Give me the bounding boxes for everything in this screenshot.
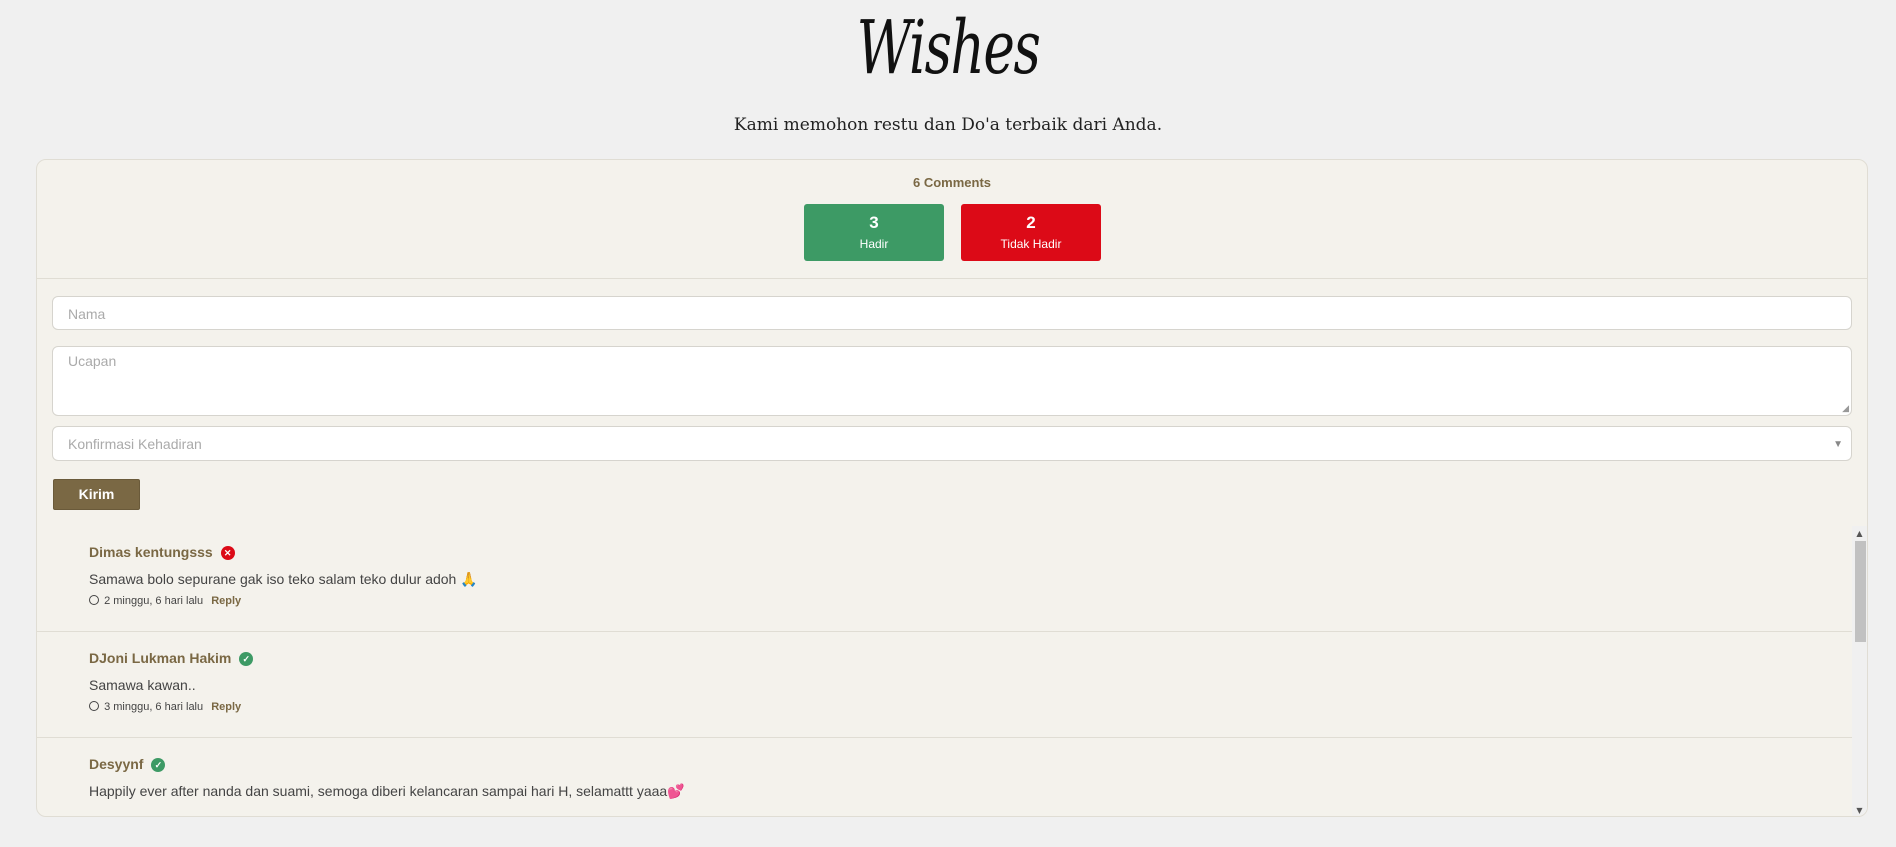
ucapan-textarea[interactable]: Ucapan ◢ [52,346,1852,416]
comment-item: Desyynf ✓ Happily ever after nanda dan s… [37,738,1854,816]
chevron-down-icon: ▼ [1833,439,1843,450]
comment-item: DJoni Lukman Hakim ✓ Samawa kawan.. 3 mi… [37,632,1854,738]
attendance-summary: 6 Comments 3 Hadir 2 Tidak Hadir [37,160,1867,279]
attending-icon: ✓ [239,652,254,667]
reply-link[interactable]: Reply [211,595,241,607]
scroll-thumb[interactable] [1855,541,1866,642]
comment-meta: 2 minggu, 6 hari lalu Reply [89,594,241,607]
attending-icon: ✓ [151,758,166,773]
comment-author-name: Desyynf [89,756,144,772]
comment-author: Desyynf ✓ [89,756,166,773]
konfirmasi-placeholder: Konfirmasi Kehadiran [68,436,202,452]
comment-text: Happily ever after nanda dan suami, semo… [89,783,685,799]
comment-author: DJoni Lukman Hakim ✓ [89,650,254,667]
not-attending-icon: ✕ [220,546,235,561]
comment-scrollbar[interactable]: ▲ ▼ [1852,526,1867,816]
comment-time: 3 minggu, 6 hari lalu [104,701,204,713]
scroll-down-icon[interactable]: ▼ [1852,806,1867,815]
comment-count: 6 Comments [912,175,992,190]
hadir-label: Hadir [859,237,889,251]
comment-text: Samawa kawan.. [89,677,196,693]
comment-text: Samawa bolo sepurane gak iso teko salam … [89,571,478,587]
tidak-hadir-label: Tidak Hadir [1000,237,1062,251]
comment-author: Dimas kentungsss ✕ [89,544,235,561]
page-subtitle: Kami memohon restu dan Do'a terbaik dari… [733,115,1163,135]
hadir-count: 3 [869,213,879,232]
scroll-up-icon[interactable]: ▲ [1852,529,1867,538]
resize-handle-icon[interactable]: ◢ [1842,403,1849,414]
konfirmasi-select[interactable]: Konfirmasi Kehadiran ▼ [52,426,1852,461]
ucapan-placeholder: Ucapan [68,353,117,369]
tidak-hadir-count: 2 [1026,213,1036,232]
clock-icon [89,595,99,605]
comment-list: Dimas kentungsss ✕ Samawa bolo sepurane … [37,526,1854,816]
comment-time: 2 minggu, 6 hari lalu [104,595,204,607]
page-title: Wishes [856,5,1041,91]
comment-meta: 3 minggu, 6 hari lalu Reply [89,700,241,713]
comment-item: Dimas kentungsss ✕ Samawa bolo sepurane … [37,526,1854,632]
wishes-card: 6 Comments 3 Hadir 2 Tidak Hadir Nama Uc… [36,159,1868,817]
comment-author-name: DJoni Lukman Hakim [89,650,232,666]
tidak-hadir-stat: 2 Tidak Hadir [961,204,1101,261]
reply-link[interactable]: Reply [211,701,241,713]
hadir-stat: 3 Hadir [804,204,944,261]
clock-icon [89,701,99,711]
nama-input[interactable]: Nama [52,296,1852,330]
comment-author-name: Dimas kentungsss [89,544,213,560]
kirim-button[interactable]: Kirim [53,479,140,510]
